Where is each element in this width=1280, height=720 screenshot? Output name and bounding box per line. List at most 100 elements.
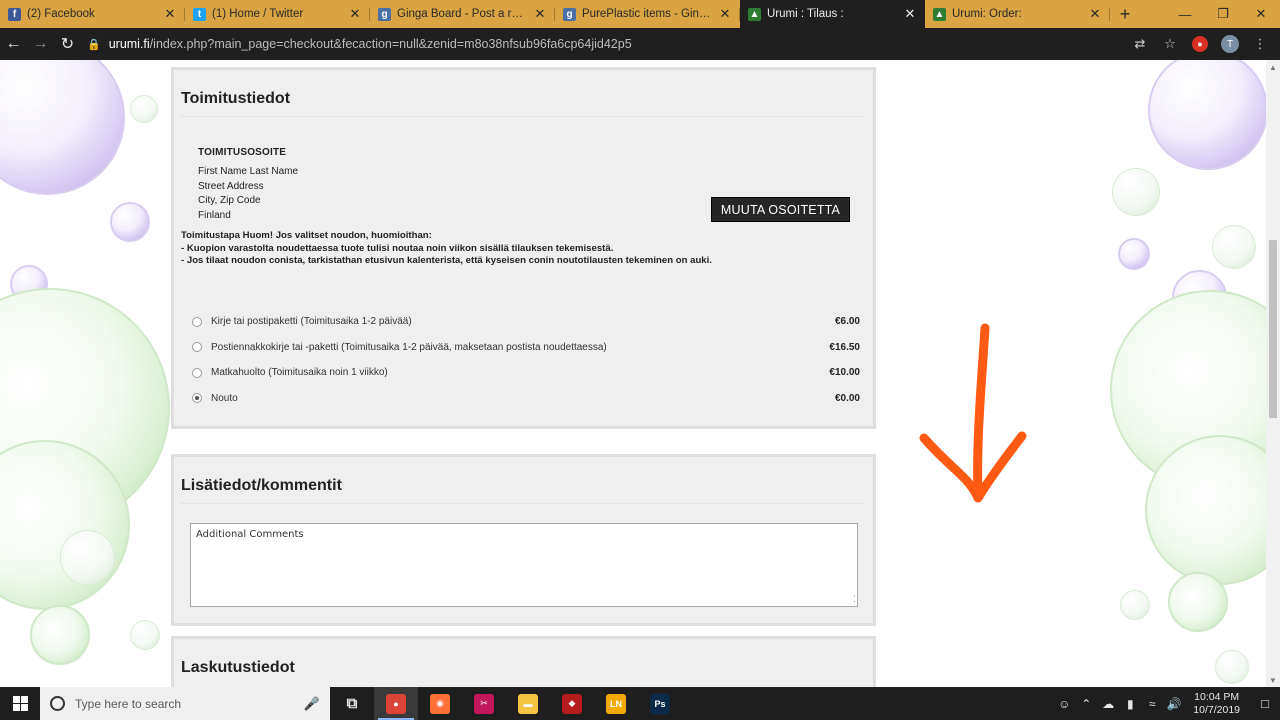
scroll-thumb[interactable] (1269, 240, 1277, 418)
photoshop-icon: Ps (650, 693, 670, 714)
billing-section: Laskutustiedot (171, 636, 876, 687)
extension-icon[interactable]: ● (1188, 32, 1212, 56)
address-city-zip: City, Zip Code (198, 195, 261, 207)
file-explorer-icon: ▬ (518, 693, 538, 714)
page-viewport: Toimitustiedot TOIMITUSOSOITE First Name… (0, 60, 1280, 687)
comments-placeholder: Additional Comments (196, 529, 304, 540)
reload-icon[interactable]: ↻ (54, 30, 81, 58)
browser-tab[interactable]: g Ginga Board - Post a reply ✕ (370, 0, 555, 28)
browser-tab[interactable]: f (2) Facebook ✕ (0, 0, 185, 28)
shipping-option-price: €6.00 (834, 316, 860, 328)
scroll-up-icon[interactable]: ▲ (1266, 60, 1280, 74)
change-address-button[interactable]: MUUTA OSOITETTA (711, 197, 850, 222)
close-tab-icon[interactable]: ✕ (903, 6, 917, 22)
firefox-icon: ◉ (430, 693, 450, 714)
address-bar[interactable]: 🔒 urumi.fi/index.php?main_page=checkout&… (87, 32, 1128, 56)
browser-tab[interactable]: ▲ Urumi: Order: ✕ (925, 0, 1110, 28)
browser-tab[interactable]: g PurePlastic items - Ginga Bo ✕ (555, 0, 740, 28)
clock[interactable]: 10:04 PM 10/7/2019 (1193, 691, 1240, 717)
divider (181, 116, 863, 117)
wifi-icon[interactable]: ≈ (1141, 697, 1163, 711)
resize-grip-icon[interactable]: ⁚ (853, 596, 856, 605)
minimize-icon[interactable]: — (1166, 0, 1204, 28)
onedrive-icon[interactable]: ☁ (1097, 697, 1119, 711)
translate-icon[interactable]: ⇄ (1128, 32, 1152, 56)
bubble-decoration (60, 530, 115, 585)
address-name: First Name Last Name (198, 166, 299, 177)
close-tab-icon[interactable]: ✕ (718, 6, 732, 22)
clock-date: 10/7/2019 (1193, 703, 1240, 716)
shipping-radio[interactable] (192, 316, 202, 327)
close-tab-icon[interactable]: ✕ (1088, 6, 1102, 22)
new-tab-button[interactable]: + (1110, 0, 1140, 28)
start-button[interactable] (0, 687, 40, 720)
close-window-icon[interactable]: ✕ (1242, 0, 1280, 28)
facebook-icon: f (8, 7, 21, 21)
notice-line: - Kuopion varastolta noudettaessa tuote … (181, 242, 614, 254)
scroll-down-icon[interactable]: ▼ (1266, 673, 1280, 687)
menu-kebab-icon[interactable]: ⋮ (1248, 32, 1272, 56)
ln-app-icon: LN (606, 693, 626, 714)
shipping-option-price: €0.00 (834, 392, 860, 404)
close-tab-icon[interactable]: ✕ (348, 6, 362, 22)
browser-tab-strip: f (2) Facebook ✕ t (1) Home / Twitter ✕ g Ginga… (0, 0, 1280, 28)
shipping-option-label: Nouto (211, 392, 238, 404)
taskbar-search[interactable]: Type here to search 🎤 (40, 687, 330, 720)
bubble-decoration (0, 60, 125, 195)
microphone-icon[interactable]: 🎤 (304, 696, 320, 712)
taskbar-app[interactable]: ✂ (462, 687, 506, 720)
volume-icon[interactable]: 🔊 (1163, 697, 1185, 711)
browser-tab[interactable]: ▲ Urumi : Tilaus : ✕ (740, 0, 925, 28)
taskbar-app[interactable]: LN (594, 687, 638, 720)
url-path: /index.php?main_page=checkout&fecaction=… (149, 37, 632, 51)
shipping-option[interactable]: Postiennakkokirje tai -paketti (Toimitus… (192, 335, 860, 361)
taskbar-app[interactable]: ◆ (550, 687, 594, 720)
bubble-decoration (1148, 60, 1268, 170)
browser-toolbar: ← → ↻ 🔒 urumi.fi/index.php?main_page=che… (0, 28, 1280, 60)
bookmark-star-icon[interactable]: ☆ (1158, 32, 1182, 56)
notice-line: Toimitustapa Huom! Jos valitset noudon, … (181, 230, 432, 241)
taskbar-app[interactable]: ⧉ (330, 687, 374, 720)
address-heading: TOIMITUSOSOITE (198, 147, 287, 158)
window-controls: — ❐ ✕ (1166, 0, 1280, 28)
close-tab-icon[interactable]: ✕ (533, 6, 547, 22)
billing-title: Laskutustiedot (181, 659, 295, 676)
browser-tab[interactable]: t (1) Home / Twitter ✕ (185, 0, 370, 28)
shipping-options: Kirje tai postipaketti (Toimitusaika 1-2… (192, 309, 860, 411)
shipping-option[interactable]: Nouto €0.00 (192, 386, 860, 412)
battery-icon[interactable]: ▮ (1119, 697, 1141, 711)
comments-section: Lisätiedot/kommentit Additional Comments… (171, 454, 876, 626)
tray-chevron-icon[interactable]: ⌃ (1075, 697, 1097, 711)
shipping-section: Toimitustiedot TOIMITUSOSOITE First Name… (171, 67, 876, 429)
taskbar-app[interactable]: Ps (638, 687, 682, 720)
url-host: urumi.fi (108, 37, 150, 51)
bubble-decoration (110, 202, 150, 242)
page-scrollbar[interactable]: ▲ ▼ (1266, 60, 1280, 687)
shipping-radio[interactable] (192, 367, 202, 378)
maximize-icon[interactable]: ❐ (1204, 0, 1242, 28)
red-app-icon: ◆ (562, 693, 582, 714)
shipping-radio[interactable] (192, 393, 202, 404)
shipping-radio[interactable] (192, 342, 202, 353)
bubble-decoration (1120, 590, 1150, 620)
bubble-decoration (130, 620, 160, 650)
back-icon[interactable]: ← (0, 30, 27, 58)
cortana-icon (50, 696, 65, 711)
comments-title: Lisätiedot/kommentit (181, 477, 342, 494)
taskbar-app[interactable]: ● (374, 687, 418, 720)
lock-icon[interactable]: 🔒 (87, 38, 101, 51)
forward-icon[interactable]: → (27, 30, 54, 58)
taskbar-app[interactable]: ▬ (506, 687, 550, 720)
address-country: Finland (198, 210, 231, 222)
shipping-option[interactable]: Kirje tai postipaketti (Toimitusaika 1-2… (192, 309, 860, 335)
shipping-option[interactable]: Matkahuolto (Toimitusaika noin 1 viikko)… (192, 360, 860, 386)
profile-avatar[interactable]: T (1218, 32, 1242, 56)
comments-textarea[interactable]: Additional Comments ⁚ (190, 523, 858, 607)
task-view-icon: ⧉ (346, 695, 358, 712)
shipping-option-price: €10.00 (829, 367, 860, 379)
shipping-option-label: Matkahuolto (Toimitusaika noin 1 viikko) (211, 367, 388, 379)
notifications-icon[interactable]: □ (1250, 696, 1280, 711)
close-tab-icon[interactable]: ✕ (163, 6, 177, 22)
taskbar-app[interactable]: ◉ (418, 687, 462, 720)
people-icon[interactable]: ☺ (1053, 697, 1075, 711)
